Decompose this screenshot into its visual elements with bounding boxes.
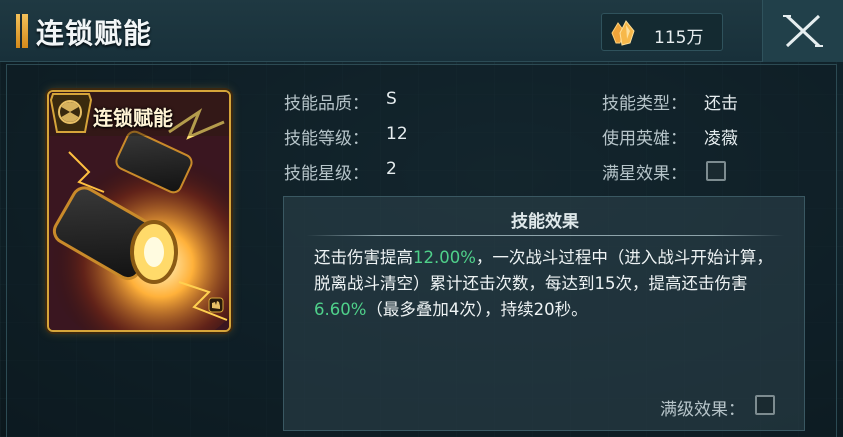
effect-highlight-value1: 12.00% (413, 248, 476, 267)
skill-hero-label: 使用英雄： (602, 129, 687, 149)
gold-crystal-icon (611, 20, 635, 46)
currency-display: 115万 (601, 13, 723, 51)
skill-level-label: 技能等级： (284, 129, 369, 149)
skill-card: 连锁赋能 (47, 90, 231, 332)
max-level-effect-checkbox[interactable] (755, 395, 775, 415)
skill-level-value: 12 (386, 124, 408, 144)
skill-quality-value: S (386, 89, 397, 109)
skill-hero-value: 凌薇 (704, 129, 738, 149)
skill-card-title: 连锁赋能 (93, 106, 173, 130)
title-accent-bar (16, 14, 28, 48)
skill-effect-description: 还击伤害提高12.00%，一次战斗过程中（进入战斗开始计算，脱离战斗清空）累计还… (314, 245, 776, 323)
currency-amount: 115万 (654, 28, 704, 48)
full-star-effect-checkbox[interactable] (706, 161, 726, 181)
close-icon[interactable] (781, 10, 825, 52)
page-title: 连锁赋能 (36, 17, 153, 50)
skill-star-label: 技能星级： (284, 164, 369, 184)
close-button[interactable] (762, 0, 843, 62)
effect-text-part3: （最多叠加4次），持续20秒。 (366, 300, 588, 319)
effect-text-part1: 还击伤害提高 (314, 248, 413, 267)
full-star-effect-label: 满星效果： (602, 164, 687, 184)
skill-type-value: 还击 (704, 94, 738, 114)
effect-title-divider (306, 235, 784, 236)
skill-star-value: 2 (386, 159, 397, 179)
skill-effect-title: 技能效果 (511, 212, 579, 232)
skill-type-label: 技能类型： (602, 94, 687, 114)
skill-effect-box: 技能效果 还击伤害提高12.00%，一次战斗过程中（进入战斗开始计算，脱离战斗清… (283, 196, 805, 431)
skill-quality-label: 技能品质： (284, 94, 369, 114)
effect-highlight-value2: 6.60% (314, 300, 367, 319)
header-bar: 连锁赋能 115万 (0, 0, 843, 62)
max-level-effect-label: 满级效果： (660, 400, 745, 420)
